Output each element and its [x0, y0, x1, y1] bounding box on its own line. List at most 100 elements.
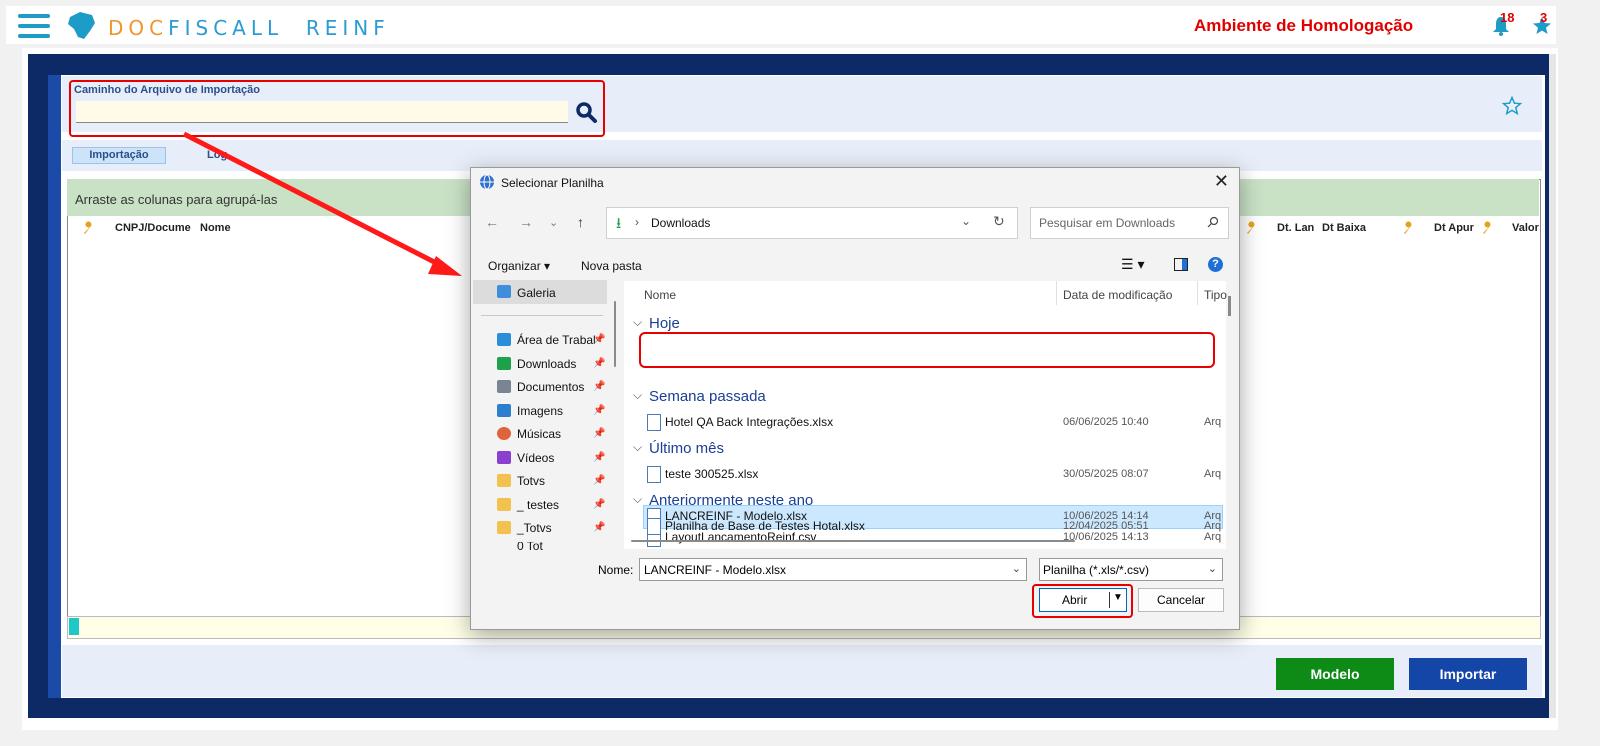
- sidebar-divider: [481, 315, 603, 316]
- column-header-name[interactable]: Nome: [644, 288, 676, 302]
- file-date-3: 06/06/2025 10:40: [1063, 416, 1149, 428]
- sidebar-item-galeria[interactable]: Galeria: [517, 286, 556, 300]
- up-arrow-icon[interactable]: ↑: [577, 214, 584, 230]
- pin-icon[interactable]: 📌: [593, 358, 605, 369]
- column-header-dt-lan[interactable]: Dt. Lan: [1277, 222, 1314, 234]
- file-type-5: Arq: [1204, 520, 1222, 532]
- favorite-star-icon[interactable]: [1502, 96, 1522, 116]
- group-ultimo-mes[interactable]: Último mês: [649, 440, 724, 457]
- view-options-icon[interactable]: ☰ ▾: [1121, 256, 1144, 273]
- collapse-chevron-icon[interactable]: ⌵: [633, 388, 642, 403]
- search-placeholder: Pesquisar em Downloads: [1039, 216, 1176, 230]
- brazil-map-logo-icon: [68, 12, 95, 39]
- brand-logo: DOCFISCALL REINF: [108, 16, 390, 40]
- pin-icon[interactable]: 📌: [593, 428, 605, 439]
- dropdown-chevron-icon[interactable]: ⌄: [1012, 562, 1021, 575]
- group-hoje[interactable]: Hoje: [649, 315, 680, 332]
- column-header-dt-apur[interactable]: Dt Apur: [1434, 222, 1474, 234]
- address-dropdown-icon[interactable]: ⌄: [961, 214, 971, 228]
- videos-icon: [497, 451, 511, 464]
- wrench-icon[interactable]: [1481, 221, 1495, 235]
- cancel-button[interactable]: Cancelar: [1138, 588, 1224, 612]
- pin-icon[interactable]: 📌: [593, 522, 605, 533]
- notifications-badge: 18: [1500, 10, 1515, 25]
- sidebar-item-imagens[interactable]: Imagens: [517, 404, 563, 418]
- preview-pane-icon[interactable]: [1174, 258, 1188, 271]
- pin-icon[interactable]: 📌: [593, 452, 605, 463]
- pin-icon[interactable]: 📌: [593, 334, 605, 345]
- music-icon: [497, 427, 511, 440]
- sidebar-item-totvs[interactable]: Totvs: [517, 474, 545, 488]
- pin-icon[interactable]: 📌: [593, 405, 605, 416]
- tab-importacao[interactable]: Importação: [72, 147, 166, 164]
- file-type-filter[interactable]: Planilha (*.xls/*.csv) ⌄: [1039, 558, 1223, 581]
- hamburger-menu-icon[interactable]: [18, 14, 50, 40]
- collapse-chevron-icon[interactable]: ⌵: [633, 315, 642, 330]
- dropdown-chevron-icon[interactable]: ⌄: [1208, 562, 1217, 575]
- filter-value: Planilha (*.xls/*.csv): [1043, 563, 1150, 577]
- documents-icon: [497, 380, 511, 393]
- file-name-5[interactable]: Planilha de Base de Testes Hotal.xlsx: [665, 519, 865, 533]
- excel-file-icon: [647, 466, 661, 483]
- file-list-scrollbar[interactable]: [1228, 296, 1231, 316]
- page-scrollbar[interactable]: [1549, 54, 1556, 718]
- environment-label: Ambiente de Homologação: [1194, 16, 1414, 35]
- help-icon[interactable]: ?: [1208, 257, 1223, 272]
- organize-label: Organizar: [488, 259, 541, 273]
- file-date-5: 12/04/2025 05:51: [1063, 520, 1149, 532]
- file-name-4[interactable]: teste 300525.xlsx: [665, 467, 758, 481]
- importar-button[interactable]: Importar: [1409, 658, 1527, 690]
- breadcrumb-chevron-icon: ›: [635, 215, 639, 229]
- close-icon[interactable]: ✕: [1214, 171, 1229, 192]
- wrench-icon[interactable]: [1402, 221, 1416, 235]
- back-arrow-icon[interactable]: ←: [485, 214, 499, 230]
- images-icon: [497, 404, 511, 417]
- file-name-3[interactable]: Hotel QA Back Integrações.xlsx: [665, 415, 833, 429]
- group-anteriormente[interactable]: Anteriormente neste ano: [649, 492, 813, 509]
- folder-icon: [497, 474, 511, 487]
- group-semana-passada[interactable]: Semana passada: [649, 388, 766, 405]
- column-header-cnpj[interactable]: CNPJ/Docume: [115, 222, 191, 234]
- sidebar-item-0-tot[interactable]: 0 Tot: [517, 542, 543, 550]
- sidebar-item-documentos[interactable]: Documentos: [517, 380, 584, 394]
- column-header-dt-baixa[interactable]: Dt Baixa: [1322, 222, 1366, 234]
- horizontal-scrollbar[interactable]: [631, 540, 1075, 542]
- name-label: Nome:: [598, 563, 634, 577]
- collapse-chevron-icon[interactable]: ⌵: [633, 492, 642, 507]
- sidebar-item-testes[interactable]: _ testes: [517, 498, 559, 512]
- column-header-modified[interactable]: Data de modificação: [1063, 288, 1172, 302]
- refresh-icon[interactable]: ↻: [993, 213, 1005, 230]
- address-bar[interactable]: ⭳ › Downloads ⌄ ↻: [606, 207, 1018, 239]
- sidebar-item-videos[interactable]: Vídeos: [517, 451, 554, 465]
- tab-log[interactable]: Log: [207, 149, 227, 161]
- download-arrow-icon: ⭳: [616, 215, 622, 232]
- column-header-nome[interactable]: Nome: [200, 222, 231, 234]
- organize-button[interactable]: Organizar ▾: [488, 259, 550, 273]
- address-text: Downloads: [651, 216, 711, 230]
- cancel-label: Cancelar: [1157, 593, 1206, 607]
- new-folder-button[interactable]: Nova pasta: [581, 259, 642, 273]
- sidebar-scrollbar[interactable]: [614, 301, 616, 367]
- wrench-icon[interactable]: [82, 221, 96, 235]
- pin-icon[interactable]: 📌: [593, 499, 605, 510]
- pin-icon[interactable]: 📌: [593, 381, 605, 392]
- search-downloads-input[interactable]: Pesquisar em Downloads: [1030, 207, 1229, 239]
- file-name-input[interactable]: LANCREINF - Modelo.xlsx ⌄: [639, 558, 1027, 581]
- file-name-value: LANCREINF - Modelo.xlsx: [644, 563, 787, 577]
- wrench-icon[interactable]: [1245, 221, 1259, 235]
- favorites-badge: 3: [1540, 10, 1548, 25]
- column-header-type[interactable]: Tipo: [1204, 288, 1227, 302]
- sidebar-item-musicas[interactable]: Músicas: [517, 427, 561, 441]
- forward-arrow-icon[interactable]: →: [519, 214, 533, 230]
- column-header-valor[interactable]: Valor: [1512, 222, 1539, 234]
- recent-chevron-icon[interactable]: ⌄: [549, 216, 558, 229]
- sidebar-item-downloads[interactable]: Downloads: [517, 357, 576, 371]
- sidebar-item-desktop[interactable]: Área de Trabal: [517, 333, 596, 347]
- modelo-button[interactable]: Modelo: [1276, 658, 1394, 690]
- file-dialog: Selecionar Planilha ✕ ← → ⌄ ↑ ⭳ › Downlo…: [470, 167, 1240, 630]
- collapse-chevron-icon[interactable]: ⌵: [633, 440, 642, 455]
- brand-suffix: REINF: [305, 16, 390, 40]
- sidebar-item-totvs-underscore[interactable]: _Totvs: [517, 521, 552, 535]
- file-date-4: 30/05/2025 08:07: [1063, 468, 1149, 480]
- pin-icon[interactable]: 📌: [593, 475, 605, 486]
